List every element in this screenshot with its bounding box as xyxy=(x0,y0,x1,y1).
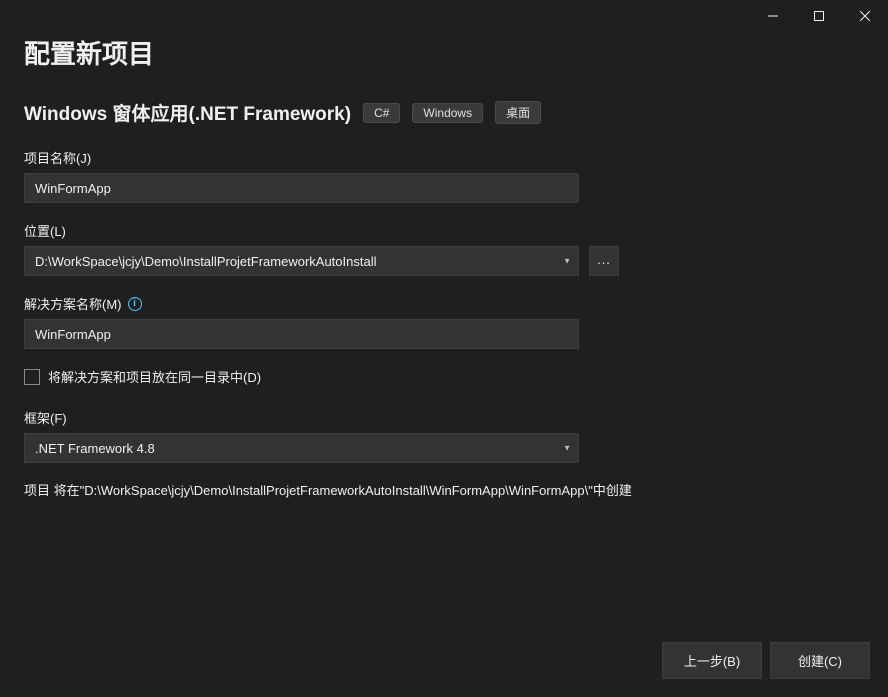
tag-language: C# xyxy=(363,103,400,123)
info-icon[interactable]: i xyxy=(128,297,142,311)
framework-label: 框架(F) xyxy=(24,408,864,427)
titlebar xyxy=(0,0,888,32)
template-name: Windows 窗体应用(.NET Framework) xyxy=(24,99,351,126)
creation-path-text: 项目 将在"D:\WorkSpace\jcjy\Demo\InstallProj… xyxy=(24,481,724,501)
solution-name-label: 解决方案名称(M) i xyxy=(24,294,864,313)
back-button[interactable]: 上一步(B) xyxy=(662,642,762,679)
minimize-button[interactable] xyxy=(750,0,796,32)
solution-name-group: 解决方案名称(M) i xyxy=(24,294,864,349)
close-button[interactable] xyxy=(842,0,888,32)
same-directory-row: 将解决方案和项目放在同一目录中(D) xyxy=(24,367,864,386)
same-directory-label[interactable]: 将解决方案和项目放在同一目录中(D) xyxy=(48,367,261,386)
location-label: 位置(L) xyxy=(24,221,864,240)
footer: 上一步(B) 创建(C) xyxy=(662,642,870,679)
project-name-label: 项目名称(J) xyxy=(24,148,864,167)
template-header: Windows 窗体应用(.NET Framework) C# Windows … xyxy=(24,99,864,126)
page-title: 配置新项目 xyxy=(24,34,864,71)
framework-group: 框架(F) .NET Framework 4.8 ▼ xyxy=(24,408,864,463)
tag-type: 桌面 xyxy=(495,101,541,124)
maximize-button[interactable] xyxy=(796,0,842,32)
browse-button[interactable]: ... xyxy=(589,246,619,276)
solution-name-input[interactable] xyxy=(24,319,579,349)
framework-select[interactable]: .NET Framework 4.8 xyxy=(24,433,579,463)
same-directory-checkbox[interactable] xyxy=(24,369,40,385)
location-group: 位置(L) ▼ ... xyxy=(24,221,864,276)
window-controls xyxy=(750,0,888,32)
project-name-group: 项目名称(J) xyxy=(24,148,864,203)
tag-platform: Windows xyxy=(412,103,483,123)
solution-name-label-text: 解决方案名称(M) xyxy=(24,294,122,313)
project-name-input[interactable] xyxy=(24,173,579,203)
location-input[interactable] xyxy=(24,246,579,276)
create-button[interactable]: 创建(C) xyxy=(770,642,870,679)
content-area: 配置新项目 Windows 窗体应用(.NET Framework) C# Wi… xyxy=(0,34,888,501)
